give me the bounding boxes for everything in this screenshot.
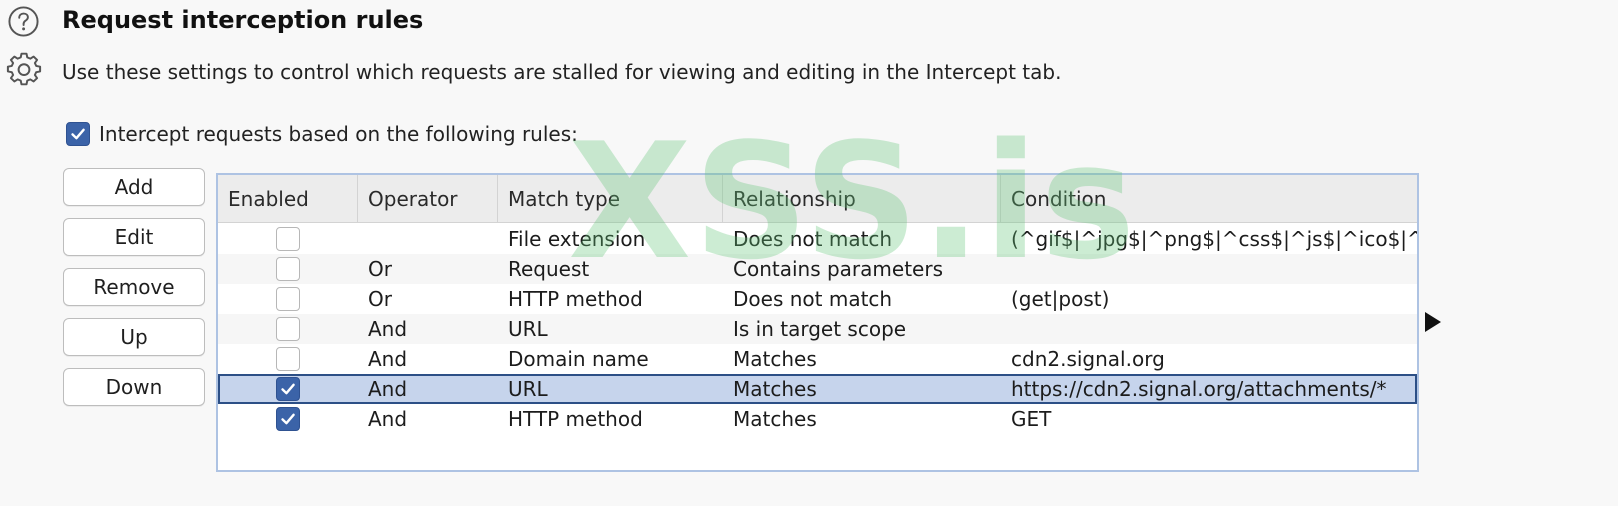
cell-condition: [1001, 254, 1417, 284]
intercept-requests-checkbox[interactable]: [66, 122, 90, 146]
cell-relationship: Does not match: [733, 227, 893, 251]
table-body: File extension Does not match (^gif$|^jpg$…: [218, 224, 1417, 434]
cell-relationship: Is in target scope: [733, 317, 907, 341]
cell-operator: And: [368, 347, 408, 371]
column-header-match-type[interactable]: Match type: [498, 175, 723, 223]
cell-enabled: [218, 254, 358, 284]
rule-enabled-checkbox[interactable]: [276, 317, 300, 341]
table-row[interactable]: And URL Matches https://cdn2.signal.org/att…: [218, 374, 1417, 404]
cell-match-type: Domain name: [508, 347, 649, 371]
down-button[interactable]: Down: [63, 368, 205, 406]
cell-match-type: URL: [508, 317, 548, 341]
cell-relationship: Matches: [733, 407, 817, 431]
rule-enabled-checkbox[interactable]: [276, 377, 300, 401]
rule-enabled-checkbox[interactable]: [276, 257, 300, 281]
help-circle-icon[interactable]: [7, 5, 40, 38]
rule-enabled-checkbox[interactable]: [276, 407, 300, 431]
column-header-condition[interactable]: Condition: [1001, 175, 1417, 223]
cell-condition: (^gif$|^jpg$|^png$|^css$|^js$|^ico$|^s..…: [1011, 227, 1417, 251]
table-row[interactable]: Or Request Contains parameters: [218, 254, 1417, 284]
rule-enabled-checkbox[interactable]: [276, 287, 300, 311]
cell-match-type: URL: [508, 377, 548, 401]
section-description: Use these settings to control which requ…: [62, 60, 1062, 84]
cell-enabled: [218, 314, 358, 344]
cell-operator: Or: [368, 287, 392, 311]
table-header: Enabled Operator Match type Relationship…: [218, 175, 1417, 223]
checkmark-icon: [71, 128, 85, 140]
intercept-requests-toggle[interactable]: Intercept requests based on the followin…: [66, 121, 578, 147]
table-row[interactable]: And HTTP method Matches GET: [218, 404, 1417, 434]
column-header-operator[interactable]: Operator: [358, 175, 498, 223]
expand-arrow-icon[interactable]: [1423, 310, 1443, 334]
cell-relationship: Matches: [733, 347, 817, 371]
column-header-relationship[interactable]: Relationship: [723, 175, 1001, 223]
cell-relationship: Matches: [733, 377, 817, 401]
rule-enabled-checkbox[interactable]: [276, 347, 300, 371]
cell-enabled: [218, 374, 358, 404]
cell-condition: https://cdn2.signal.org/attachments/*: [1011, 377, 1387, 401]
interception-rules-panel: Request interception rules Use these set…: [0, 0, 1618, 506]
cell-condition: [1001, 314, 1417, 344]
cell-enabled: [218, 224, 358, 254]
cell-match-type: HTTP method: [508, 407, 643, 431]
cell-match-type: HTTP method: [508, 287, 643, 311]
cell-relationship: Contains parameters: [733, 257, 943, 281]
cell-enabled: [218, 404, 358, 434]
cell-condition: GET: [1011, 407, 1052, 431]
cell-operator: And: [368, 377, 408, 401]
checkmark-icon: [281, 413, 295, 425]
gear-icon[interactable]: [6, 52, 42, 88]
cell-match-type: File extension: [508, 227, 646, 251]
table-row[interactable]: File extension Does not match (^gif$|^jpg$…: [218, 224, 1417, 254]
cell-operator: Or: [368, 257, 392, 281]
cell-condition: (get|post): [1011, 287, 1110, 311]
table-row[interactable]: Or HTTP method Does not match (get|post): [218, 284, 1417, 314]
add-button[interactable]: Add: [63, 168, 205, 206]
cell-enabled: [218, 284, 358, 314]
cell-relationship: Does not match: [733, 287, 893, 311]
cell-operator: And: [368, 407, 408, 431]
remove-button[interactable]: Remove: [63, 268, 205, 306]
cell-operator: [358, 224, 498, 254]
rule-enabled-checkbox[interactable]: [276, 227, 300, 251]
checkmark-icon: [281, 383, 295, 395]
intercept-requests-label: Intercept requests based on the followin…: [99, 122, 578, 146]
up-button[interactable]: Up: [63, 318, 205, 356]
cell-enabled: [218, 344, 358, 374]
table-row[interactable]: And URL Is in target scope: [218, 314, 1417, 344]
edit-button[interactable]: Edit: [63, 218, 205, 256]
cell-condition: cdn2.signal.org: [1011, 347, 1165, 371]
rules-table: Enabled Operator Match type Relationship…: [216, 173, 1419, 472]
column-header-enabled[interactable]: Enabled: [218, 175, 358, 223]
cell-operator: And: [368, 317, 408, 341]
section-title: Request interception rules: [62, 6, 424, 34]
cell-match-type: Request: [508, 257, 590, 281]
table-row[interactable]: And Domain name Matches cdn2.signal.org: [218, 344, 1417, 374]
